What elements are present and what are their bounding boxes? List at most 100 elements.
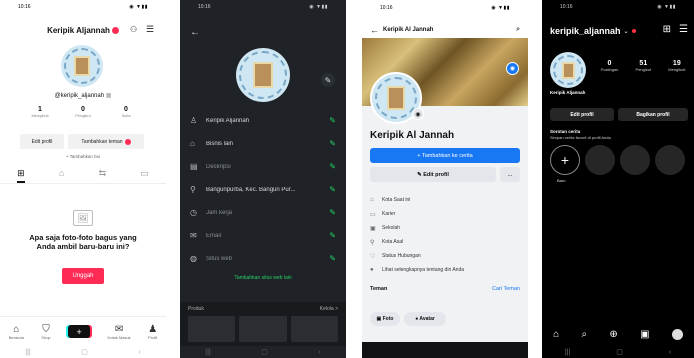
cover-camera-icon[interactable]: ◉ — [506, 62, 519, 75]
search-icon[interactable]: ⌕ — [516, 26, 520, 34]
home-icon[interactable]: ⌂ — [553, 329, 559, 340]
tab-videos-icon[interactable]: ⊞ — [17, 168, 25, 183]
inbox-icon: ✉ — [114, 323, 124, 335]
avatar[interactable] — [236, 48, 290, 102]
stat-followers[interactable]: 0 Pengikut — [63, 106, 103, 118]
row-business-hours[interactable]: ◷ Jam kerja ✎ — [190, 201, 336, 224]
info-hometown[interactable]: ⚲ Kota Asal — [370, 236, 520, 248]
globe-icon: ◍ — [190, 254, 197, 263]
photo-chip[interactable]: ▣ Foto — [370, 312, 400, 326]
profile-header[interactable]: keripik_aljannah ⌄ — [550, 26, 636, 36]
reels-icon[interactable]: ▣ — [640, 329, 649, 340]
edit-profile-button[interactable]: ✎ Edit profil — [370, 167, 496, 182]
school-icon: ▣ — [370, 225, 376, 232]
row-address[interactable]: ⚲ Bangunpurba, Kec. Bangun Pur... ✎ — [190, 178, 336, 201]
nav-shop[interactable]: ⛉ Shop — [41, 324, 50, 340]
tab-favorites-icon[interactable]: ▭ — [140, 168, 149, 183]
info-icon: ● — [370, 267, 374, 273]
info-relationship[interactable]: ♡ Status Hubungan — [370, 250, 520, 262]
avatar[interactable] — [550, 52, 586, 88]
home-button-icon[interactable]: ▢ — [616, 348, 623, 356]
edit-profile-button[interactable]: Edit profil — [550, 108, 614, 121]
avatar[interactable] — [61, 45, 103, 87]
add-post-icon[interactable]: ⊕ — [609, 329, 617, 340]
back-icon[interactable]: ‹ — [669, 349, 671, 356]
profile-icon: ♟ — [148, 323, 158, 335]
footprint-icon[interactable]: ⚇ — [130, 25, 137, 34]
add-story-button[interactable]: + Tambahkan ke cerita — [370, 148, 520, 163]
status-icons: ◉ ▼▮▮ — [491, 5, 510, 11]
edit-pencil-icon: ✎ — [329, 162, 336, 171]
status-icons: ◉ ▼▮▮ — [309, 4, 328, 10]
upload-button[interactable]: Unggah — [62, 268, 104, 284]
recents-icon[interactable]: ||| — [205, 349, 210, 356]
add-post-icon[interactable]: ⊞ — [663, 24, 671, 35]
chevron-down-icon: ⌄ — [623, 28, 629, 35]
avatar-camera-icon[interactable]: ◉ — [412, 108, 424, 120]
info-current-city[interactable]: ⌂ Kota Saat ini — [370, 194, 520, 206]
home-button-icon[interactable]: ▢ — [261, 348, 268, 356]
tab-repost-icon[interactable]: ⇆ — [99, 168, 107, 183]
stat-likes[interactable]: 0 Suka — [106, 106, 146, 118]
more-button[interactable]: ... — [500, 167, 520, 182]
home-button-icon[interactable]: ▢ — [81, 348, 88, 356]
find-friends-link[interactable]: Cari Teman — [492, 286, 520, 292]
info-career[interactable]: ▭ Karier — [370, 208, 520, 220]
search-icon[interactable]: ⌕ — [581, 329, 587, 340]
menu-icon[interactable]: ☰ — [146, 24, 154, 35]
briefcase-icon: ▭ — [370, 211, 376, 218]
row-other-business[interactable]: ⌂ Bisnis lain ✎ — [190, 132, 336, 155]
products-section: Produk Kelola > — [180, 302, 346, 346]
document-icon: ▤ — [190, 162, 198, 171]
tiktok-profile-screen: 10:16 ◉ ▼▮▮ Keripik Aljannah ⚇ ☰ @keripi… — [0, 0, 166, 358]
product-slot[interactable] — [239, 316, 287, 342]
status-time: 10:16 — [18, 4, 31, 10]
back-arrow-icon[interactable]: ← — [370, 25, 379, 35]
recents-icon[interactable]: ||| — [25, 349, 30, 356]
nav-profile[interactable]: ♟ Profil — [148, 324, 157, 340]
status-bar: 10:16 ◉ ▼▮▮ — [542, 4, 694, 14]
recents-icon[interactable]: ||| — [565, 349, 570, 356]
new-highlight-label: Baru — [557, 178, 566, 183]
profile-avatar-icon[interactable] — [671, 328, 683, 340]
new-highlight-button[interactable]: + — [550, 145, 580, 175]
nav-inbox[interactable]: ✉ Kotak Masuk — [108, 324, 131, 340]
highlight-placeholder — [620, 145, 650, 175]
stat-followers[interactable]: 51 Pengikut — [636, 60, 652, 72]
manage-products-link[interactable]: Kelola > — [320, 306, 338, 312]
profile-handle: @keripik_aljannah ▦ — [54, 93, 112, 99]
add-website-link[interactable]: Tambahkan situs web lain — [180, 275, 346, 281]
add-friends-button[interactable]: Tambahkan teman — [68, 134, 144, 149]
share-profile-button[interactable]: Bagikan profil — [618, 108, 688, 121]
back-arrow-icon[interactable]: ← — [190, 27, 200, 38]
edit-pencil-icon: ✎ — [329, 139, 336, 148]
row-website[interactable]: ◍ Situs web ✎ — [190, 247, 336, 270]
whatsapp-business-profile-screen: 10:16 ◉ ▼▮▮ ← ✎ ♙ Keripik Aljannah ✎ ⌂ Bisn… — [180, 0, 346, 358]
back-icon[interactable]: ‹ — [138, 349, 140, 356]
info-see-more[interactable]: ● Lihat selengkapnya tentang diri Anda — [370, 264, 520, 276]
stat-following[interactable]: 19 Mengikuti — [668, 60, 685, 72]
edit-profile-button[interactable]: Edit profil — [20, 134, 64, 149]
info-school[interactable]: ▣ Sekolah — [370, 222, 520, 234]
create-button[interactable]: + — [68, 325, 91, 338]
stat-following[interactable]: 1 Mengikuti — [20, 106, 60, 118]
avatar-chip[interactable]: ● Avatar — [404, 312, 446, 326]
qr-icon: ▦ — [105, 93, 112, 99]
add-bio-link[interactable]: + Tambahkan bio — [0, 154, 166, 159]
notification-badge — [111, 26, 119, 34]
back-icon[interactable]: ‹ — [318, 349, 320, 356]
row-email[interactable]: ✉ Email ✎ — [190, 224, 336, 247]
header-icons: ⊞ ☰ — [663, 24, 688, 35]
top-bar: ← Keripik Al Jannah ⌕ — [362, 22, 528, 38]
tab-shop-icon[interactable]: ⌂ — [59, 168, 64, 183]
display-name: Keripik Aljannah — [550, 90, 586, 95]
product-slot[interactable] — [188, 316, 236, 342]
row-description[interactable]: ▤ Deskripsi ✎ — [190, 155, 336, 178]
profile-header-name[interactable]: Keripik Aljannah — [47, 26, 110, 35]
edit-photo-icon[interactable]: ✎ — [321, 73, 335, 87]
nav-home[interactable]: ⌂ Beranda — [9, 324, 24, 340]
row-business-name[interactable]: ♙ Keripik Aljannah ✎ — [190, 109, 336, 132]
product-slot[interactable] — [290, 316, 338, 342]
menu-icon[interactable]: ☰ — [679, 24, 688, 35]
stat-posts[interactable]: 0 Postingan — [601, 60, 619, 72]
